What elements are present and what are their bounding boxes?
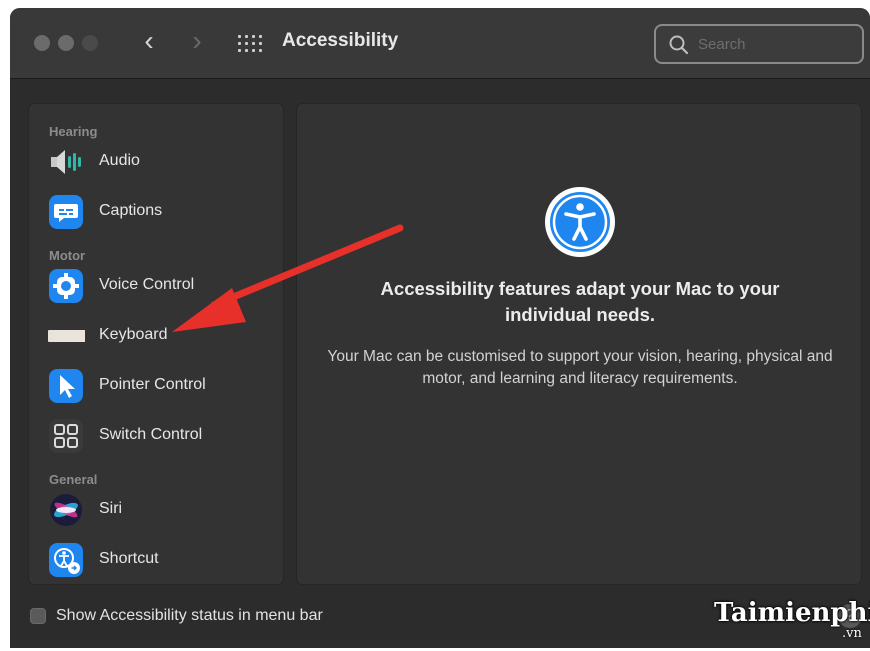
sidebar-item-label: Keyboard bbox=[99, 326, 168, 343]
sidebar[interactable]: Hearing Audio Captions Motor Voice Contr… bbox=[28, 103, 284, 585]
sidebar-item-captions[interactable]: Captions bbox=[47, 192, 279, 232]
show-status-checkbox[interactable] bbox=[30, 608, 46, 624]
sidebar-item-label: Switch Control bbox=[99, 426, 203, 443]
content-pane: Accessibility features adapt your Mac to… bbox=[296, 103, 862, 585]
captions-icon bbox=[49, 195, 83, 229]
search-field[interactable]: Search bbox=[654, 24, 864, 64]
sidebar-item-label: Voice Control bbox=[99, 276, 195, 293]
content-description: Your Mac can be customised to support yo… bbox=[327, 348, 833, 387]
window-title: Accessibility bbox=[282, 30, 399, 51]
switch-control-icon bbox=[49, 419, 83, 453]
watermark-text: Taimienphi bbox=[714, 598, 870, 628]
watermark-logo: Taimienphi .vn bbox=[684, 598, 870, 648]
sidebar-item-label: Audio bbox=[99, 152, 140, 169]
title-bar: ‹ › Accessibility Search bbox=[10, 8, 870, 79]
watermark-suffix: .vn bbox=[842, 626, 862, 641]
minimize-window-button[interactable] bbox=[58, 35, 74, 51]
sidebar-item-audio[interactable]: Audio bbox=[47, 142, 279, 182]
chevron-left-icon[interactable]: ‹ bbox=[134, 26, 164, 58]
show-status-checkbox-label[interactable]: Show Accessibility status in menu bar bbox=[56, 607, 323, 625]
sidebar-item-shortcut[interactable]: Shortcut bbox=[47, 540, 279, 580]
sidebar-item-voice-control[interactable]: Voice Control bbox=[47, 266, 279, 306]
sidebar-item-pointer-control[interactable]: Pointer Control bbox=[47, 366, 279, 406]
sidebar-item-label: Pointer Control bbox=[99, 376, 206, 393]
siri-icon bbox=[50, 494, 82, 526]
section-header-motor: Motor bbox=[49, 248, 86, 263]
section-header-hearing: Hearing bbox=[49, 124, 98, 139]
close-window-button[interactable] bbox=[34, 35, 50, 51]
voice-control-icon bbox=[49, 269, 83, 303]
sidebar-item-label: Shortcut bbox=[99, 550, 159, 567]
sidebar-item-keyboard[interactable]: Keyboard bbox=[47, 316, 279, 356]
keyboard-icon bbox=[48, 330, 85, 342]
accessibility-icon bbox=[545, 187, 615, 257]
pointer-icon bbox=[49, 369, 83, 403]
shortcut-icon bbox=[49, 543, 83, 577]
sidebar-item-siri[interactable]: Siri bbox=[47, 490, 279, 530]
show-all-grid-icon[interactable] bbox=[238, 34, 262, 54]
search-icon bbox=[669, 35, 689, 55]
content-headline: Accessibility features adapt your Mac to… bbox=[380, 278, 780, 325]
sidebar-item-label: Siri bbox=[99, 500, 123, 517]
zoom-window-button[interactable] bbox=[82, 35, 98, 51]
section-header-general: General bbox=[49, 472, 98, 487]
chevron-right-icon[interactable]: › bbox=[182, 26, 212, 58]
preferences-window: ‹ › Accessibility Search Hearing Audio C… bbox=[10, 8, 870, 648]
speaker-icon bbox=[51, 150, 81, 174]
search-placeholder: Search bbox=[698, 36, 746, 53]
sidebar-item-label: Captions bbox=[99, 202, 163, 219]
sidebar-item-switch-control[interactable]: Switch Control bbox=[47, 416, 279, 456]
